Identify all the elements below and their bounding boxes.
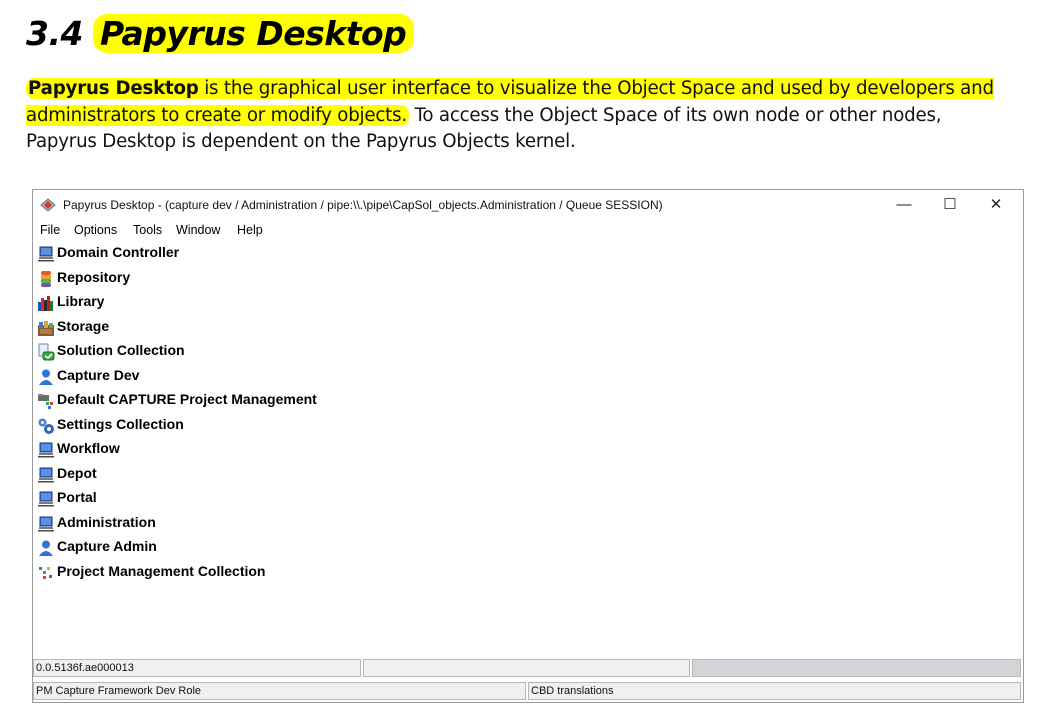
intro-paragraph: Papyrus Desktop is the graphical user in… (26, 76, 1016, 156)
repository-icon (41, 270, 51, 287)
computer-icon (38, 246, 54, 262)
tree-item-label: Repository (57, 268, 131, 285)
solution-collection-icon (38, 343, 55, 361)
close-button[interactable]: ✕ (973, 193, 1019, 217)
papyrus-desktop-window: Papyrus Desktop - (capture dev / Adminis… (32, 189, 1024, 703)
computer-icon (38, 491, 54, 507)
user-icon (39, 369, 53, 385)
papyrus-app-icon (40, 198, 56, 212)
title-bar[interactable]: Papyrus Desktop - (capture dev / Adminis… (33, 190, 1023, 220)
computer-icon (38, 442, 54, 458)
project-collection-icon (39, 566, 52, 579)
status-panel-empty (363, 659, 690, 677)
status-bar-bottom: PM Capture Framework Dev Role CBD transl… (33, 681, 1023, 702)
status-version: 0.0.5136f.ae000013 (33, 659, 361, 677)
tree-item-label: Capture Admin (57, 538, 157, 554)
tree-item-label: Administration (57, 513, 156, 530)
storage-icon (38, 320, 54, 336)
tree-item-label: Depot (57, 464, 97, 481)
settings-icon (38, 418, 54, 434)
library-icon (38, 296, 53, 311)
tree-item-label: Storage (57, 317, 110, 334)
tree-item-label: Library (57, 293, 105, 309)
tree-item-label: Project Management Collection (57, 562, 266, 579)
section-title: Papyrus Desktop (92, 14, 415, 53)
status-progress (692, 659, 1021, 677)
tree-item-label: Settings Collection (57, 415, 184, 432)
tree-item-label: Capture Dev (57, 366, 140, 383)
computer-icon (38, 516, 54, 531)
project-management-icon (38, 394, 53, 409)
tree-item-label: Default CAPTURE Project Management (57, 391, 317, 407)
menu-tools[interactable]: Tools (133, 223, 162, 237)
maximize-button[interactable]: ☐ (927, 193, 973, 217)
minimize-button[interactable]: — (881, 193, 927, 217)
tree-item-label: Workflow (57, 440, 120, 456)
menu-help[interactable]: Help (237, 223, 263, 237)
section-number: 3.4 (26, 14, 83, 53)
status-role: PM Capture Framework Dev Role (33, 682, 526, 700)
status-bar-top: 0.0.5136f.ae000013 (33, 658, 1023, 680)
bold-term: Papyrus Desktop (28, 78, 199, 99)
tree-item-label: Solution Collection (57, 342, 185, 358)
computer-icon (38, 467, 54, 482)
window-title: Papyrus Desktop - (capture dev / Adminis… (63, 198, 663, 212)
tree-item-label: Domain Controller (57, 244, 180, 260)
menu-window[interactable]: Window (176, 223, 220, 237)
tree-item-label: Portal (57, 489, 97, 505)
user-icon (39, 540, 53, 556)
menu-options[interactable]: Options (74, 223, 117, 237)
menu-file[interactable]: File (40, 223, 60, 237)
section-heading: 3.4 Papyrus Desktop (26, 12, 415, 56)
status-translations: CBD translations (528, 682, 1021, 700)
